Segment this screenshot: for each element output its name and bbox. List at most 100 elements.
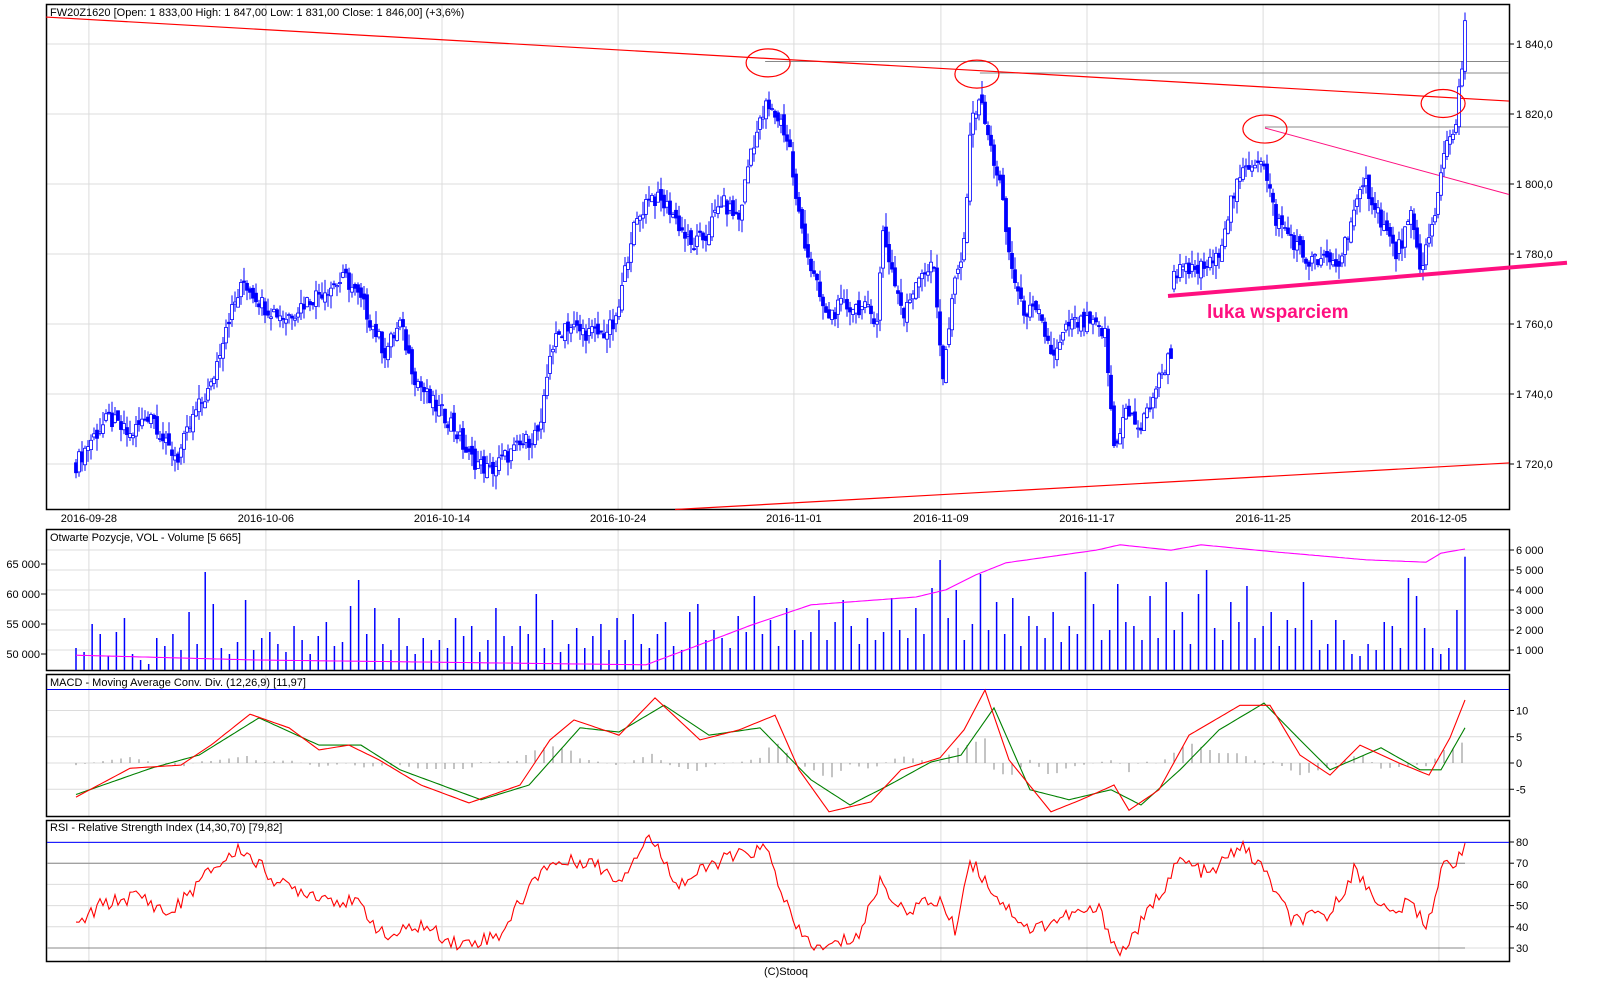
price-panel-title: FW20Z1620 [Open: 1 833,00 High: 1 847,00… [50,7,464,19]
candle-body [296,312,300,318]
candle-body [890,262,894,270]
candle-body [158,438,162,440]
candle-body [119,421,123,430]
candle-body [1169,348,1173,359]
candle-body [626,262,630,270]
candle-body [662,194,666,209]
candle-body [806,244,810,258]
candle-body [467,448,471,452]
candle-body [1427,237,1431,244]
candle-body [545,376,549,396]
volume-series [75,544,1466,670]
volume-panel-title: Otwarte Pozycje, VOL - Volume [5 665] [50,532,241,544]
candle-body [131,435,135,439]
candle-body [1175,275,1179,279]
candle-body [1085,315,1089,333]
candle-body [578,323,582,332]
candle-body [659,189,663,201]
candle-body [1412,213,1416,231]
candle-body [341,272,345,278]
candle-body [212,377,216,384]
candle-body [1208,256,1212,269]
date-tick-label: 2016-10-06 [238,513,294,525]
candle-body [1388,227,1392,237]
candle-body [1433,215,1437,223]
candle-body [533,429,537,445]
candle-body [305,297,309,308]
candle-body [1136,427,1140,430]
candle-body [1049,344,1053,355]
candle-body [590,326,594,334]
support-gap-annotation: luka wsparciem [1207,302,1349,323]
candle-body [1109,374,1113,410]
candle-body [1343,237,1347,255]
candle-body [422,386,426,393]
candle-body [1106,328,1110,374]
candle-body [893,267,897,287]
candle-body [605,331,609,340]
candle-body [1157,373,1161,389]
candle-body [116,410,120,421]
candle-body [482,456,486,474]
candle-body [1331,260,1335,266]
candle-body [854,304,858,314]
candle-body [614,315,618,325]
candle-body [818,281,822,298]
candle-body [194,409,198,417]
candle-body [242,280,246,283]
candle-body [530,443,534,446]
candle-body [191,413,195,433]
candle-body [1199,260,1203,279]
candle-body [1073,317,1077,320]
candle-body [287,314,291,316]
candle-body [1013,269,1017,284]
candle-body [446,424,450,429]
candle-body [236,297,240,308]
candle-body [773,110,777,118]
candle-body [455,434,459,440]
candle-body [1247,165,1251,170]
macd-tick-label: 5 [1516,732,1522,744]
candle-body [683,231,687,239]
candle-body [581,328,585,336]
candle-body [404,329,408,351]
candle-body [209,381,213,387]
candle-body [872,318,876,325]
candle-body [1346,238,1350,240]
candle-body [914,282,918,299]
candle-body [203,401,207,409]
candle-body [125,427,129,436]
candle-body [122,423,126,431]
candle-body [365,294,369,320]
candle-body [1139,427,1143,431]
candle-body [647,198,651,201]
candle-body [956,268,960,274]
candle-body [863,301,867,308]
candle-body [473,448,477,470]
candle-body [899,292,903,306]
descending-trendline [1264,127,1510,195]
candle-body [1004,198,1008,232]
candle-body [569,327,573,334]
highlight-circle [954,59,1000,89]
macd-panel-title: MACD - Moving Average Conv. Div. (12,26,… [50,677,306,689]
candle-body [224,327,228,344]
candle-body [485,463,489,479]
candle-body [617,306,621,318]
candle-body [1361,185,1365,188]
candle-body [791,151,795,178]
candle-body [1214,253,1218,266]
candle-body [1448,136,1452,145]
candle-body [182,433,186,450]
candle-body [1166,353,1170,376]
candle-body [383,348,387,359]
candle-body [989,134,993,146]
candle-body [284,318,288,324]
candle-body [1265,163,1269,181]
candle-body [440,404,444,407]
candle-body [764,100,768,120]
candle-body [860,306,864,311]
candle-body [329,287,333,297]
candle-body [359,287,363,298]
candle-body [509,448,513,462]
